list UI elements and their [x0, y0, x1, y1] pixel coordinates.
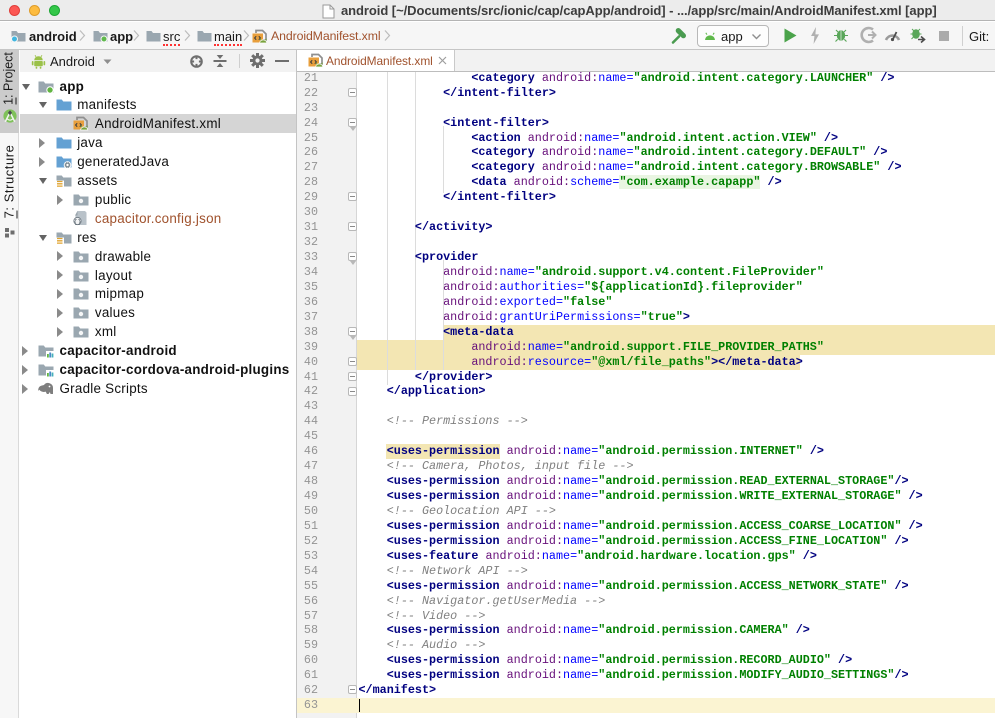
svg-text:{}: {}: [74, 219, 82, 227]
